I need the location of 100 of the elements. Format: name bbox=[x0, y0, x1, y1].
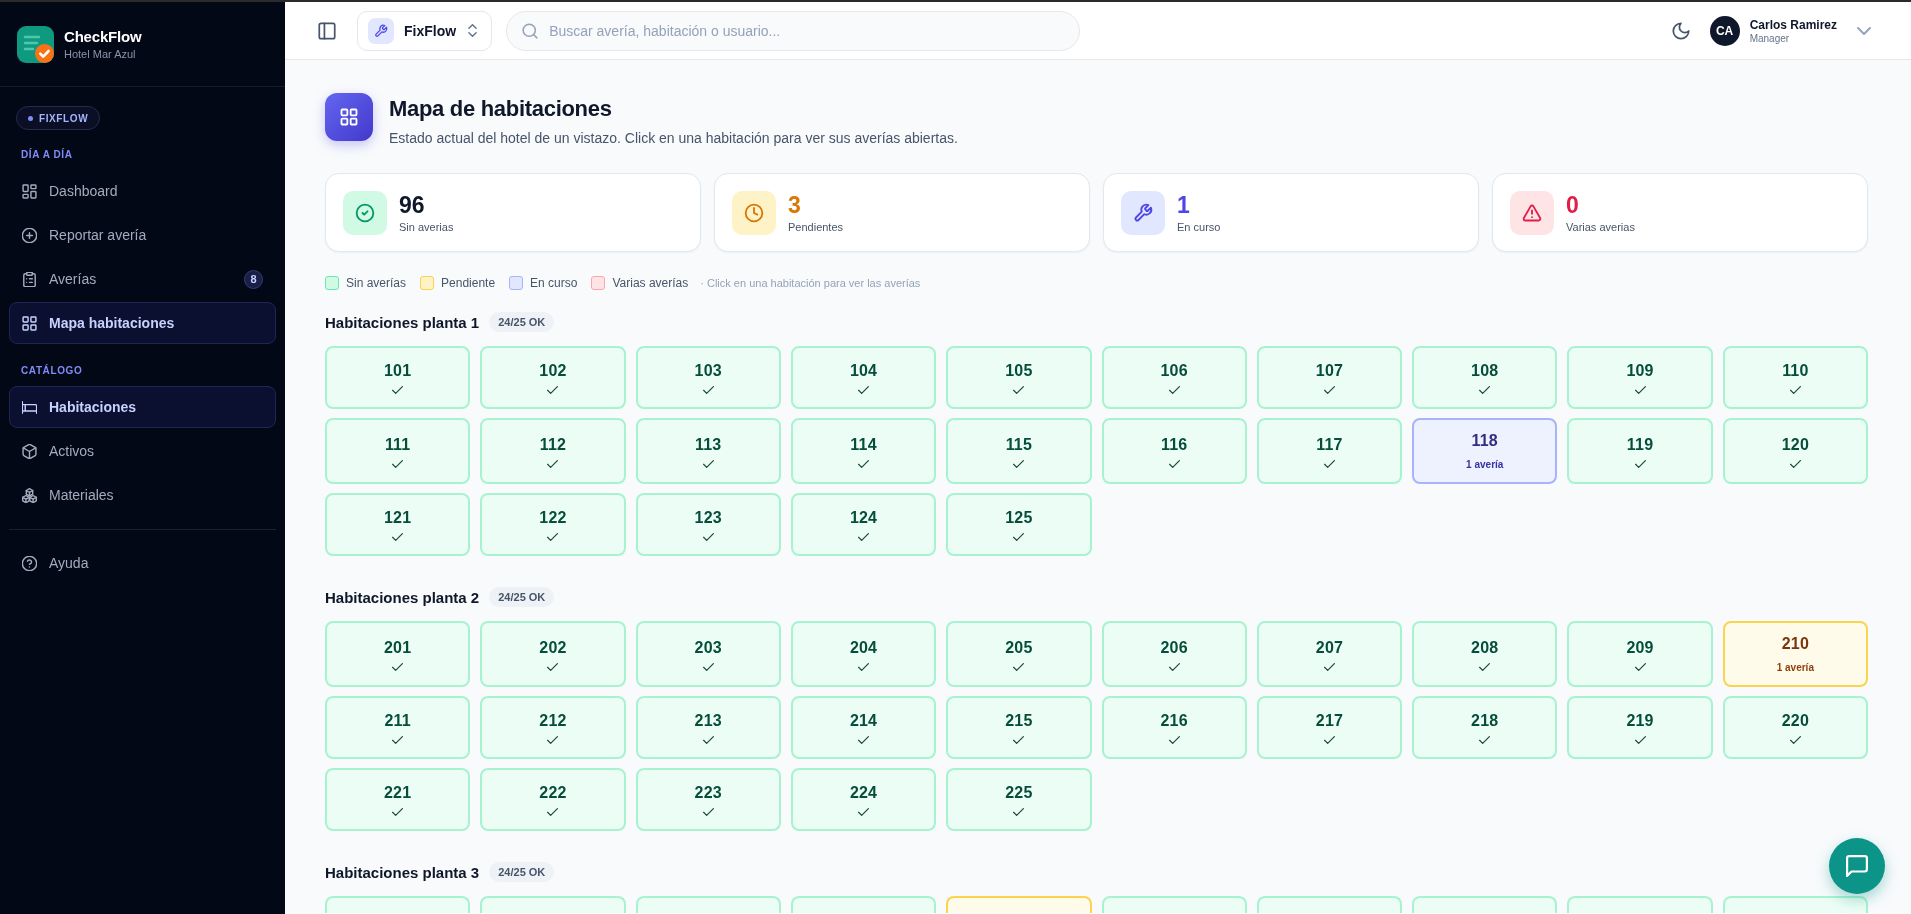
room-tile[interactable]: 103 bbox=[635, 346, 781, 409]
room-tile[interactable]: 106 bbox=[1101, 346, 1247, 409]
wrench-icon bbox=[368, 17, 394, 44]
room-tile[interactable]: 117 bbox=[1256, 418, 1403, 484]
room-tile[interactable]: 210 1 avería bbox=[1722, 621, 1868, 687]
room-tile[interactable]: 223 bbox=[635, 768, 781, 831]
check-icon bbox=[1168, 459, 1180, 468]
check-icon bbox=[858, 459, 870, 468]
check-icon bbox=[547, 808, 559, 816]
message-icon bbox=[1846, 855, 1868, 877]
room-tile[interactable]: 213 bbox=[635, 696, 781, 759]
swatch-icon bbox=[509, 276, 524, 290]
room-tile[interactable]: 212 bbox=[480, 696, 626, 759]
user-role: Manager bbox=[1749, 32, 1791, 44]
room-tile[interactable] bbox=[635, 896, 781, 913]
room-tile[interactable]: 204 bbox=[790, 621, 937, 687]
room-tile[interactable]: 108 bbox=[1412, 346, 1558, 409]
room-tile[interactable]: 214 bbox=[790, 696, 937, 759]
logo-icon bbox=[17, 25, 54, 63]
room-tile[interactable]: 217 bbox=[1256, 696, 1403, 759]
nav-item[interactable]: Habitaciones bbox=[9, 386, 276, 428]
nav-item[interactable]: Averías 8 bbox=[9, 258, 276, 300]
room-tile[interactable]: 124 bbox=[790, 493, 937, 556]
legend-label: En curso bbox=[530, 276, 578, 290]
check-icon bbox=[547, 386, 559, 394]
room-tile[interactable]: 218 bbox=[1412, 696, 1558, 759]
room-tile[interactable]: 216 bbox=[1101, 696, 1247, 759]
room-tile[interactable]: 205 bbox=[946, 621, 1092, 687]
room-tile[interactable]: 225 bbox=[946, 768, 1092, 831]
room-tile[interactable] bbox=[1567, 896, 1713, 913]
room-tile[interactable]: 110 bbox=[1722, 346, 1868, 409]
workspace-switcher[interactable]: FixFlow bbox=[357, 10, 493, 51]
nav-item[interactable]: Materiales bbox=[9, 474, 276, 516]
room-tile[interactable]: 101 bbox=[325, 346, 471, 409]
room-tile[interactable]: 206 bbox=[1101, 621, 1247, 687]
grid-icon bbox=[22, 315, 37, 331]
room-tile[interactable] bbox=[1412, 896, 1558, 913]
room-tile[interactable]: 208 bbox=[1412, 621, 1558, 687]
stat-label: Pendientes bbox=[788, 221, 844, 233]
check-icon bbox=[392, 662, 404, 671]
avatar[interactable]: CA bbox=[1709, 15, 1740, 46]
room-tile[interactable]: 115 bbox=[946, 418, 1092, 484]
room-tile[interactable]: 125 bbox=[946, 493, 1092, 556]
floor-title: Habitaciones planta 2 bbox=[325, 588, 480, 606]
nav-item[interactable]: Mapa habitaciones bbox=[9, 302, 276, 344]
room-tile[interactable]: 112 bbox=[480, 418, 626, 484]
check-icon bbox=[1013, 662, 1025, 671]
room-tile[interactable]: 116 bbox=[1101, 418, 1247, 484]
count-badge: 24/25 OK bbox=[489, 312, 555, 332]
room-tile[interactable]: 123 bbox=[635, 493, 781, 556]
room-tile[interactable] bbox=[1256, 896, 1403, 913]
legend-label: Varias averías bbox=[612, 276, 689, 290]
room-tile[interactable]: 202 bbox=[480, 621, 626, 687]
room-tile[interactable]: 215 bbox=[946, 696, 1092, 759]
room-tile[interactable]: 122 bbox=[480, 493, 626, 556]
room-tile[interactable]: 209 bbox=[1567, 621, 1713, 687]
room-tile[interactable] bbox=[790, 896, 937, 913]
check-icon bbox=[392, 533, 404, 541]
room-tile[interactable]: 119 bbox=[1567, 418, 1713, 484]
section-title: CATÁLOGO bbox=[20, 365, 84, 377]
room-tile[interactable]: 111 bbox=[325, 418, 471, 484]
room-tile[interactable]: 120 bbox=[1722, 418, 1868, 484]
room-tile[interactable]: 118 1 avería bbox=[1412, 418, 1558, 484]
nav-item[interactable]: Ayuda bbox=[9, 542, 276, 584]
count-badge: 8 bbox=[244, 269, 263, 289]
room-tile[interactable] bbox=[1722, 896, 1868, 913]
room-tile[interactable]: 207 bbox=[1256, 621, 1403, 687]
room-tile[interactable] bbox=[946, 896, 1092, 913]
room-tile[interactable]: 203 bbox=[635, 621, 781, 687]
room-tile[interactable]: 121 bbox=[325, 493, 471, 556]
room-tile[interactable]: 222 bbox=[480, 768, 626, 831]
floor-title: Habitaciones planta 3 bbox=[325, 863, 480, 881]
check-icon bbox=[1323, 736, 1335, 744]
box-icon bbox=[22, 443, 37, 459]
room-tile[interactable]: 220 bbox=[1722, 696, 1868, 759]
room-tile[interactable]: 105 bbox=[946, 346, 1092, 409]
room-tile[interactable]: 104 bbox=[790, 346, 937, 409]
room-tile[interactable] bbox=[325, 896, 471, 913]
section-title: DÍA A DÍA bbox=[20, 149, 74, 161]
room-tile[interactable] bbox=[1101, 896, 1247, 913]
room-tile[interactable]: 102 bbox=[480, 346, 626, 409]
room-tile[interactable]: 109 bbox=[1567, 346, 1713, 409]
room-tile[interactable]: 114 bbox=[790, 418, 937, 484]
room-tile[interactable] bbox=[480, 896, 626, 913]
count-badge: 24/25 OK bbox=[489, 862, 555, 882]
room-tile[interactable]: 113 bbox=[635, 418, 781, 484]
room-tile[interactable]: 211 bbox=[325, 696, 471, 759]
nav-item[interactable]: Reportar avería bbox=[9, 214, 276, 256]
check-icon bbox=[392, 459, 404, 468]
nav-item[interactable]: Activos bbox=[9, 430, 276, 472]
room-tile[interactable]: 221 bbox=[325, 768, 471, 831]
room-tile[interactable]: 201 bbox=[325, 621, 471, 687]
nav-item[interactable]: Dashboard bbox=[9, 170, 276, 212]
room-tile[interactable]: 224 bbox=[790, 768, 937, 831]
cubes-icon bbox=[22, 487, 37, 503]
check-icon bbox=[1634, 386, 1646, 394]
wrench-icon bbox=[1121, 190, 1165, 235]
search-field[interactable]: Buscar avería, habitación o usuario... bbox=[506, 10, 1081, 51]
room-tile[interactable]: 219 bbox=[1567, 696, 1713, 759]
room-tile[interactable]: 107 bbox=[1256, 346, 1403, 409]
